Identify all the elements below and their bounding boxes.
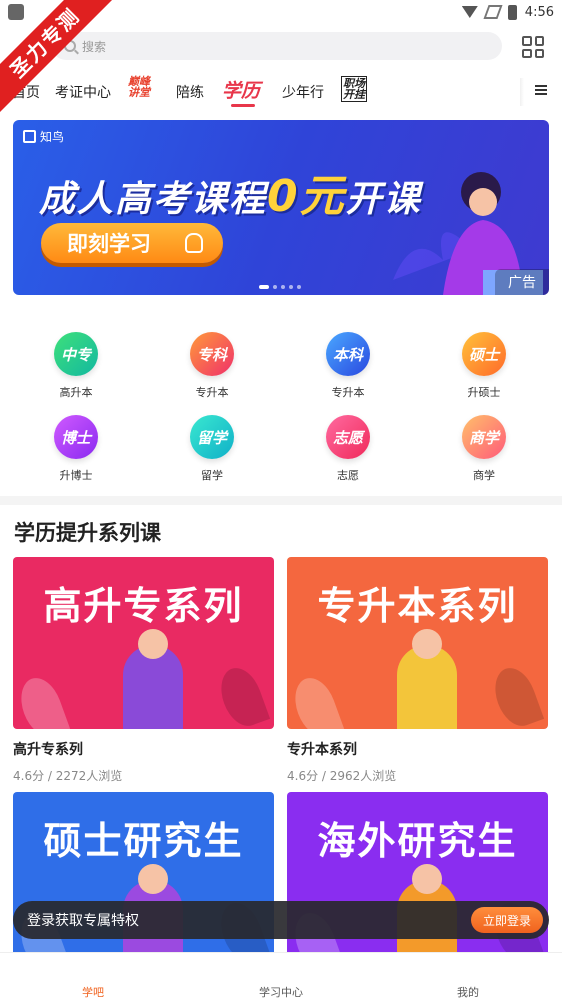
course-thumbnail: 专升本系列 (287, 557, 548, 729)
category-icon: 留学 (190, 415, 234, 459)
leaf-decoration (487, 662, 545, 729)
category-item[interactable]: 专科 专升本 (162, 332, 262, 400)
thumbnail-text: 高升专系列 (43, 584, 244, 628)
thumbnail-text: 海外研究生 (317, 819, 518, 863)
carousel-dots (259, 285, 301, 289)
promo-banner[interactable]: 知鸟 成人高考课程0元开课 即刻学习 广告 (13, 120, 549, 295)
course-title: 高升专系列 (13, 742, 83, 758)
banner-logo: 知鸟 (23, 128, 64, 145)
nav-learn[interactable]: 学吧 (53, 984, 133, 1000)
status-icons: 4:56 (461, 4, 554, 20)
category-icon: 志愿 (326, 415, 370, 459)
category-label: 高升本 (59, 386, 93, 399)
search-input[interactable]: 搜索 (52, 32, 502, 60)
wifi-icon (461, 6, 478, 18)
banner-headline: 成人高考课程0元开课 (39, 160, 422, 224)
section-title: 学历提升系列课 (14, 521, 161, 545)
person-head (412, 629, 442, 659)
search-placeholder: 搜索 (82, 39, 107, 54)
category-label: 升硕士 (467, 386, 501, 399)
login-prompt-text: 登录获取专属特权 (27, 913, 139, 929)
login-button[interactable]: 立即登录 (471, 907, 543, 933)
category-item[interactable]: 中专 高升本 (26, 332, 126, 400)
notification-icon (8, 4, 24, 20)
category-label: 专升本 (331, 386, 365, 399)
ad-label: 广告 (495, 269, 549, 295)
category-icon: 中专 (54, 332, 98, 376)
tab-practice[interactable]: 陪练 (176, 82, 204, 102)
active-tab-indicator (231, 104, 255, 107)
thumbnail-text: 专升本系列 (317, 584, 518, 628)
person-head (138, 629, 168, 659)
category-item[interactable]: 志愿 志愿 (298, 415, 398, 483)
bottom-nav: 学吧 学习中心 我的 (0, 952, 562, 1000)
category-item[interactable]: 博士 升博士 (26, 415, 126, 483)
category-icon: 本科 (326, 332, 370, 376)
tab-youth[interactable]: 少年行 (282, 82, 324, 102)
course-title: 专升本系列 (287, 742, 357, 758)
headline-pre: 成人高考课程 (39, 179, 268, 220)
status-time: 4:56 (524, 4, 554, 20)
category-icon: 商学 (462, 415, 506, 459)
battery-icon (507, 4, 517, 20)
course-card[interactable]: 硕士研究生 (13, 792, 274, 974)
logo-icon (23, 130, 36, 143)
course-card[interactable]: 高升专系列 高升专系列 4.6分 / 2272人浏览 (13, 557, 274, 784)
nav-study-center[interactable]: 学习中心 (241, 984, 321, 1000)
no-signal-icon (483, 5, 503, 19)
categories-grid-icon[interactable] (522, 36, 544, 58)
thumbnail-text: 硕士研究生 (43, 819, 244, 863)
person-head (138, 864, 168, 894)
menu-icon[interactable] (535, 85, 547, 95)
category-item[interactable]: 商学 商学 (434, 415, 534, 483)
category-label: 专升本 (195, 386, 229, 399)
tab-scroll-fade (520, 78, 524, 106)
tab-career[interactable]: 职场 开挂 (341, 76, 367, 102)
person-head (412, 864, 442, 894)
logo-text: 知鸟 (40, 130, 65, 144)
category-icon: 博士 (54, 415, 98, 459)
hand-icon (185, 233, 203, 253)
leaf-decoration (13, 672, 71, 729)
course-meta: 4.6分 / 2962人浏览 (287, 769, 397, 783)
tab-bar: 首页 考证中心 巅峰 讲堂 陪练 学历 少年行 职场 开挂 (0, 74, 562, 108)
login-prompt: 登录获取专属特权 立即登录 (13, 901, 549, 939)
category-label: 升博士 (59, 469, 93, 482)
headline-zero: 0元 (267, 171, 346, 222)
category-label: 志愿 (337, 469, 359, 482)
nav-mine[interactable]: 我的 (428, 984, 508, 1000)
section-divider (0, 496, 562, 505)
category-label: 留学 (201, 469, 223, 482)
category-item[interactable]: 硕士 升硕士 (434, 332, 534, 400)
tab-peak-lecture[interactable]: 巅峰 讲堂 (128, 76, 150, 98)
category-item[interactable]: 本科 专升本 (298, 332, 398, 400)
search-row: 搜索 (0, 30, 562, 64)
leaf-decoration (287, 672, 345, 729)
category-icon: 硕士 (462, 332, 506, 376)
cta-label: 即刻学习 (67, 232, 151, 256)
tab-education[interactable]: 学历 (222, 76, 260, 103)
course-meta: 4.6分 / 2272人浏览 (13, 769, 123, 783)
course-thumbnail: 高升专系列 (13, 557, 274, 729)
leaf-decoration (213, 662, 271, 729)
banner-cta-button[interactable]: 即刻学习 (41, 223, 223, 263)
course-card[interactable]: 专升本系列 专升本系列 4.6分 / 2962人浏览 (287, 557, 548, 784)
category-item[interactable]: 留学 留学 (162, 415, 262, 483)
course-card[interactable]: 海外研究生 (287, 792, 548, 974)
tab-certificates[interactable]: 考证中心 (55, 82, 111, 102)
category-icon: 专科 (190, 332, 234, 376)
category-label: 商学 (473, 469, 495, 482)
